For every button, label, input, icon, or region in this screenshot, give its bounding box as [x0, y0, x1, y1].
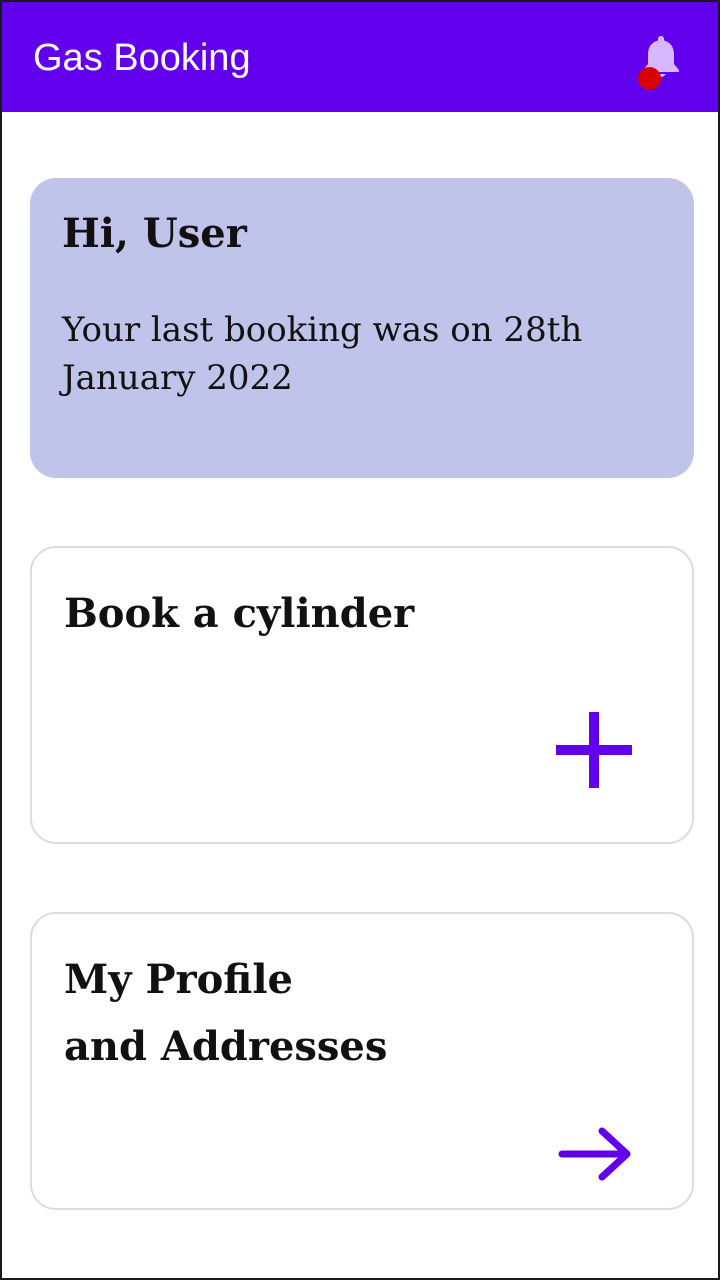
profile-title-line2: and Addresses [64, 1023, 388, 1070]
notification-button[interactable] [630, 30, 690, 90]
app-bar: Gas Booking [2, 2, 718, 112]
profile-addresses-title: My Profile and Addresses [64, 946, 387, 1080]
book-cylinder-title: Book a cylinder [64, 580, 414, 647]
last-booking-text: Your last booking was on 28th January 20… [62, 310, 583, 398]
greeting-card: Hi, User Your last booking was on 28th J… [30, 178, 694, 478]
book-cylinder-card[interactable]: Book a cylinder [30, 546, 694, 844]
profile-addresses-card[interactable]: My Profile and Addresses [30, 912, 694, 1210]
greeting-title: Hi, User [62, 210, 247, 257]
notification-dot [638, 67, 661, 90]
app-title: Gas Booking [33, 37, 251, 79]
profile-title-line1: My Profile [64, 956, 294, 1003]
arrow-right-icon [558, 1127, 631, 1181]
plus-icon [556, 712, 632, 788]
book-cylinder-label: Book a cylinder [64, 590, 415, 637]
